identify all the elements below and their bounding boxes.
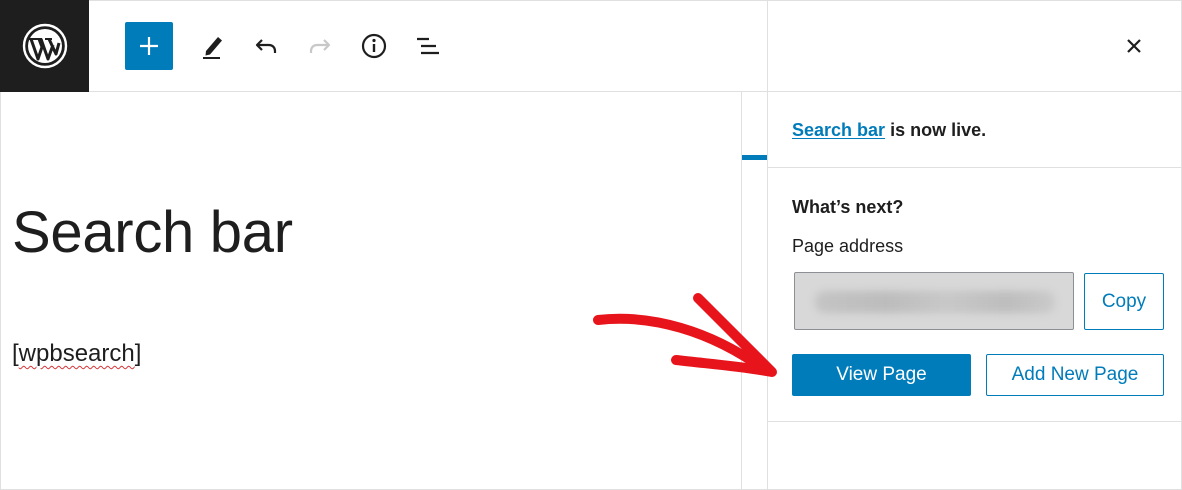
post-title-link[interactable]: Search bar bbox=[792, 120, 885, 140]
details-button[interactable] bbox=[350, 22, 398, 70]
whats-next-section: What’s next? Page address Copy View Page… bbox=[768, 168, 1182, 422]
shortcode-text: wpbsearch bbox=[18, 340, 135, 367]
editor-toolbar bbox=[0, 0, 767, 92]
panel-tab-indicator bbox=[742, 155, 767, 160]
redo-icon bbox=[309, 39, 331, 53]
add-new-page-button[interactable]: Add New Page bbox=[986, 354, 1164, 396]
plus-icon bbox=[140, 37, 158, 55]
pencil-icon bbox=[203, 37, 222, 59]
close-panel-button[interactable] bbox=[1118, 30, 1150, 62]
add-block-button[interactable] bbox=[125, 22, 173, 70]
publish-notice: Search bar is now live. bbox=[768, 92, 1182, 168]
page-address-label: Page address bbox=[792, 236, 904, 256]
tools-button[interactable] bbox=[188, 22, 236, 70]
post-publish-panel: Search bar is now live. What’s next? Pag… bbox=[767, 92, 1182, 490]
annotation-arrow-icon bbox=[593, 293, 777, 377]
info-icon bbox=[361, 33, 387, 59]
list-view-icon bbox=[417, 37, 439, 55]
post-title[interactable]: Search bar bbox=[12, 204, 293, 262]
view-page-button[interactable]: View Page bbox=[792, 354, 971, 396]
copy-button[interactable]: Copy bbox=[1084, 273, 1164, 330]
undo-button[interactable] bbox=[242, 22, 290, 70]
wordpress-logo-icon bbox=[22, 23, 67, 69]
page-address-field[interactable] bbox=[794, 272, 1074, 330]
wordpress-logo-button[interactable] bbox=[0, 0, 89, 92]
undo-icon bbox=[255, 39, 277, 53]
live-suffix: is now live. bbox=[885, 120, 987, 140]
close-icon bbox=[1127, 39, 1141, 53]
list-view-button[interactable] bbox=[404, 22, 452, 70]
redo-button[interactable] bbox=[296, 22, 344, 70]
shortcode-open-bracket: [ bbox=[12, 340, 19, 367]
blurred-url bbox=[815, 291, 1055, 313]
shortcode-close-bracket: ] bbox=[134, 340, 142, 367]
whats-next-heading: What’s next? bbox=[792, 197, 904, 217]
shortcode-block[interactable]: [wpbsearch] bbox=[12, 340, 141, 368]
panel-header bbox=[767, 0, 1182, 92]
live-message: Search bar is now live. bbox=[792, 120, 986, 141]
